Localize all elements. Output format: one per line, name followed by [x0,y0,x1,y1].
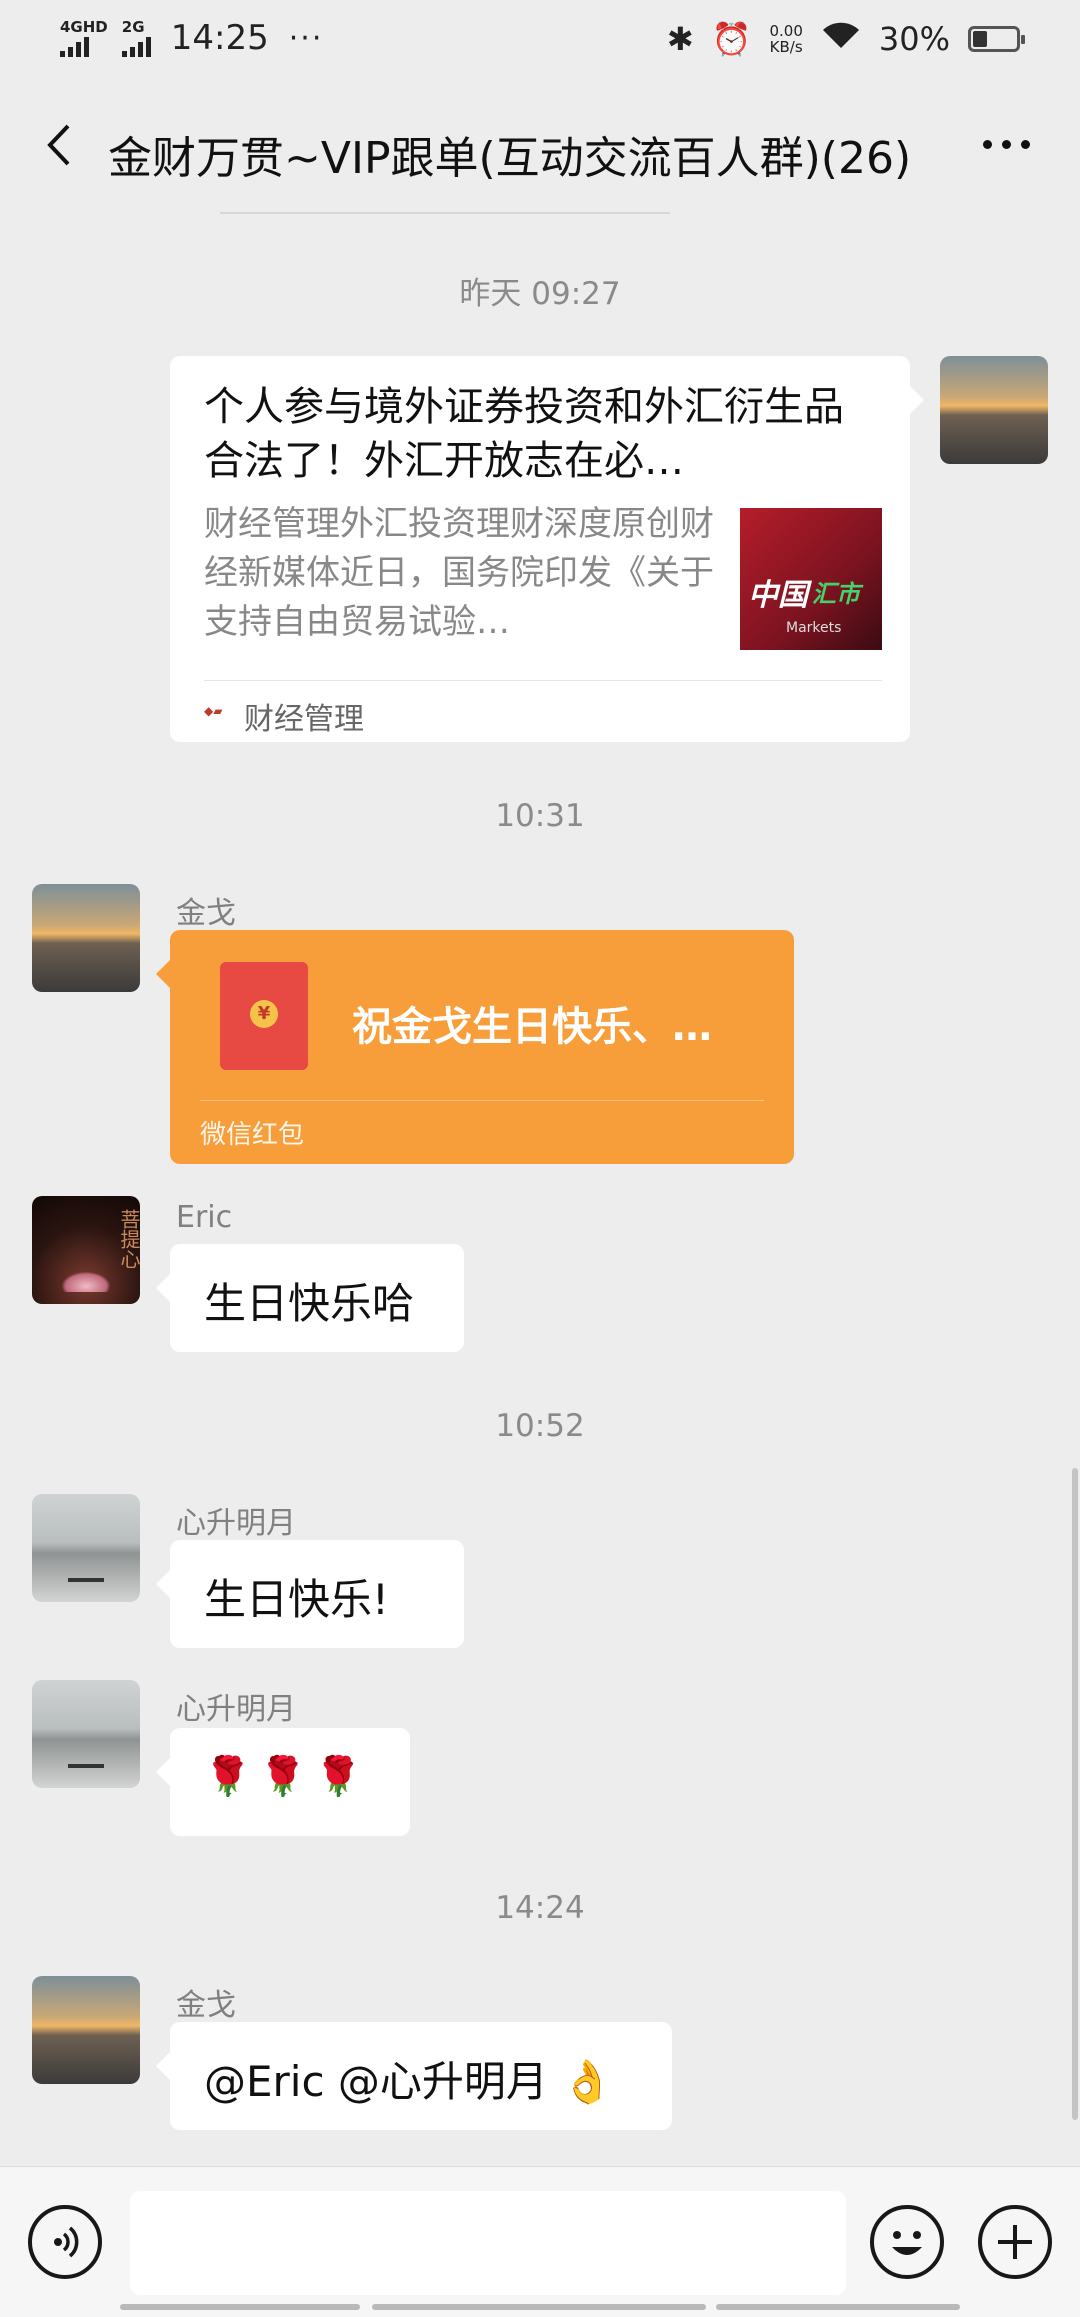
sender-name: Eric [176,1200,233,1235]
signal-2g: 2G [121,18,151,57]
divider [220,212,670,214]
link-card-message[interactable]: 个人参与境外证券投资和外汇衍生品合法了！外汇开放志在必… 财经管理外汇投资理财深… [170,356,924,742]
plus-icon[interactable] [978,2205,1052,2279]
red-envelope-icon: ¥ [220,962,308,1070]
more-notifications-icon: ··· [288,20,324,56]
sender-name: 心升明月 [176,1692,296,1727]
avatar-eric[interactable]: 菩提心 [32,1196,140,1304]
card-title: 个人参与境外证券投资和外汇衍生品合法了！外汇开放志在必… [204,384,844,484]
timestamp: 昨天 09:27 [459,276,621,312]
signal-4g: 4GHD [60,19,108,57]
timestamp: 14:24 [495,1890,585,1926]
my-avatar[interactable] [940,356,1048,464]
card-source: 财经管理 [244,702,364,737]
message-text: 生日快乐! [204,1575,389,1624]
voice-input-icon[interactable] [28,2205,102,2279]
system-nav-bar [0,2300,1080,2316]
card-description: 财经管理外汇投资理财深度原创财经新媒体近日，国务院印发《关于支持自由贸易试验… [204,504,714,642]
signal-bars-icon [60,35,89,57]
red-packet-text: 祝金戈生日快乐、… [352,1004,712,1050]
network-label-2: 2G [121,18,145,36]
bicycle-icon [68,1548,104,1582]
thumb-text-1: 中国 [748,578,808,613]
back-arrow-icon[interactable] [36,120,86,170]
thumb-text-3: Markets [786,620,842,636]
chat-title: 金财万贯~VIP跟单(互动交流百人群)(26) [108,133,912,184]
message-text: @Eric @心升明月 👌 [204,2057,614,2106]
battery-percent: 30% [878,20,950,58]
text-message[interactable]: 生日快乐哈 [156,1244,464,1352]
card-thumbnail: 中国 汇市 Markets [740,508,882,650]
network-speed: 0.00 KB/s [769,23,802,55]
avatar-text: 菩提心 [117,1209,140,1269]
wifi-icon [821,20,861,58]
sender-name: 金戈 [176,896,236,931]
speed-unit: KB/s [769,38,803,56]
status-bar: 4GHD 2G 14:25 ··· ✱ ⏰ 0.00 KB/s 30% [0,0,1080,82]
avatar-xinshengmingyue[interactable] [32,1494,140,1602]
red-packet-label: 微信红包 [200,1120,305,1150]
lotus-icon [62,1272,110,1292]
emoji-icon[interactable] [870,2205,944,2279]
battery-icon [968,26,1025,52]
timestamp: 10:52 [495,1408,585,1444]
message-text: 🌹🌹🌹 [204,1754,370,1798]
signal-bars-icon [121,35,151,57]
input-bar [0,2166,1080,2317]
avatar-jinge[interactable] [32,1976,140,2084]
text-message[interactable]: @Eric @心升明月 👌 [156,2022,672,2130]
avatar-jinge[interactable] [32,884,140,992]
coin-icon: ¥ [250,1000,278,1028]
network-label-1: 4GHD [60,18,108,36]
clock: 14:25 [170,18,269,58]
sender-name: 心升明月 [176,1506,296,1541]
thumb-text-2: 汇市 [812,580,860,608]
divider [200,1100,764,1101]
red-packet-message[interactable]: ¥ 祝金戈生日快乐、… 微信红包 [156,930,794,1164]
avatar-xinshengmingyue[interactable] [32,1680,140,1788]
divider [204,680,882,681]
timestamp: 10:31 [495,798,585,834]
chat-header: 金财万贯~VIP跟单(互动交流百人群)(26) [0,82,1080,210]
source-logo-icon: ◆▰ [204,704,223,718]
scrollbar[interactable] [1072,1468,1078,2120]
message-input[interactable] [130,2191,846,2295]
speed-value: 0.00 [769,22,803,40]
message-text: 生日快乐哈 [204,1279,415,1328]
text-message[interactable]: 生日快乐! [156,1540,464,1648]
more-options-icon[interactable] [983,140,1030,149]
sender-name: 金戈 [176,1988,236,2023]
bluetooth-icon: ✱ [666,20,694,58]
alarm-icon: ⏰ [711,20,752,58]
bicycle-icon [68,1734,104,1768]
emoji-message[interactable]: 🌹🌹🌹 [156,1728,410,1836]
